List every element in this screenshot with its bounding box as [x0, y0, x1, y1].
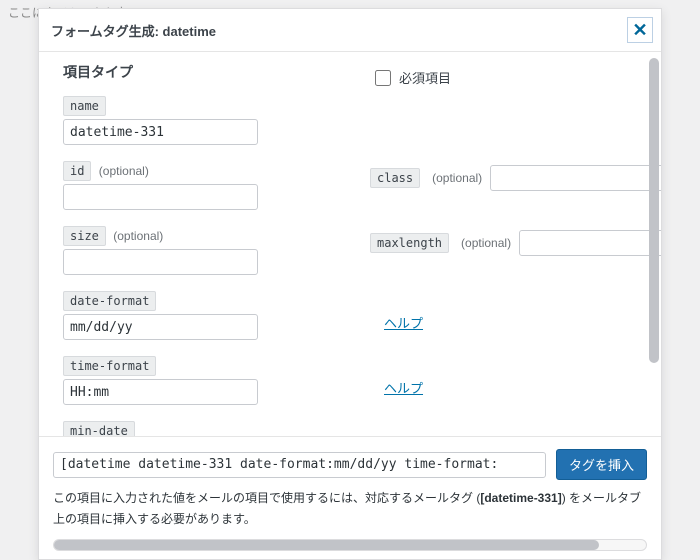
id-input[interactable]	[63, 184, 258, 210]
close-icon: ✕	[632, 21, 647, 39]
class-input[interactable]	[490, 165, 661, 191]
scrollbar-horizontal[interactable]	[53, 539, 647, 551]
name-input[interactable]	[63, 119, 258, 145]
size-input[interactable]	[63, 249, 258, 275]
maxlength-label: maxlength	[370, 233, 449, 253]
scrollbar-vertical[interactable]	[649, 58, 659, 430]
time-format-input[interactable]	[63, 379, 258, 405]
maxlength-input[interactable]	[519, 230, 661, 256]
required-label: 必須項目	[399, 68, 451, 87]
form-tag-generator-modal: フォームタグ生成: datetime ✕ 項目タイプ 必須項目 name	[38, 8, 662, 560]
modal-footer: タグを挿入 この項目に入力された値をメールの項目で使用するには、対応するメールタ…	[39, 436, 661, 559]
section-title: 項目タイプ	[63, 62, 331, 82]
required-checkbox[interactable]	[375, 70, 391, 86]
date-format-help-link[interactable]: ヘルプ	[384, 316, 423, 331]
scrollbar-thumb[interactable]	[649, 58, 659, 363]
min-date-label: min-date	[63, 421, 336, 436]
modal-scroll-area[interactable]: 項目タイプ 必須項目 name id (optional)	[39, 52, 661, 436]
insert-tag-button[interactable]: タグを挿入	[556, 449, 647, 480]
date-format-label: date-format	[63, 291, 336, 311]
scrollbar-thumb-horizontal[interactable]	[54, 540, 599, 550]
footer-note: この項目に入力された値をメールの項目で使用するには、対応するメールタグ ([da…	[53, 488, 647, 529]
size-label: size (optional)	[63, 226, 336, 246]
modal-title: フォームタグ生成: datetime	[51, 21, 216, 40]
date-format-input[interactable]	[63, 314, 258, 340]
time-format-help-link[interactable]: ヘルプ	[384, 381, 423, 396]
modal-body: 項目タイプ 必須項目 name id (optional)	[39, 52, 661, 436]
name-label: name	[63, 96, 336, 116]
tag-output[interactable]	[53, 452, 546, 478]
id-label: id (optional)	[63, 161, 336, 181]
close-button[interactable]: ✕	[627, 17, 653, 43]
time-format-label: time-format	[63, 356, 336, 376]
modal-header: フォームタグ生成: datetime ✕	[39, 9, 661, 52]
class-label: class	[370, 168, 420, 188]
